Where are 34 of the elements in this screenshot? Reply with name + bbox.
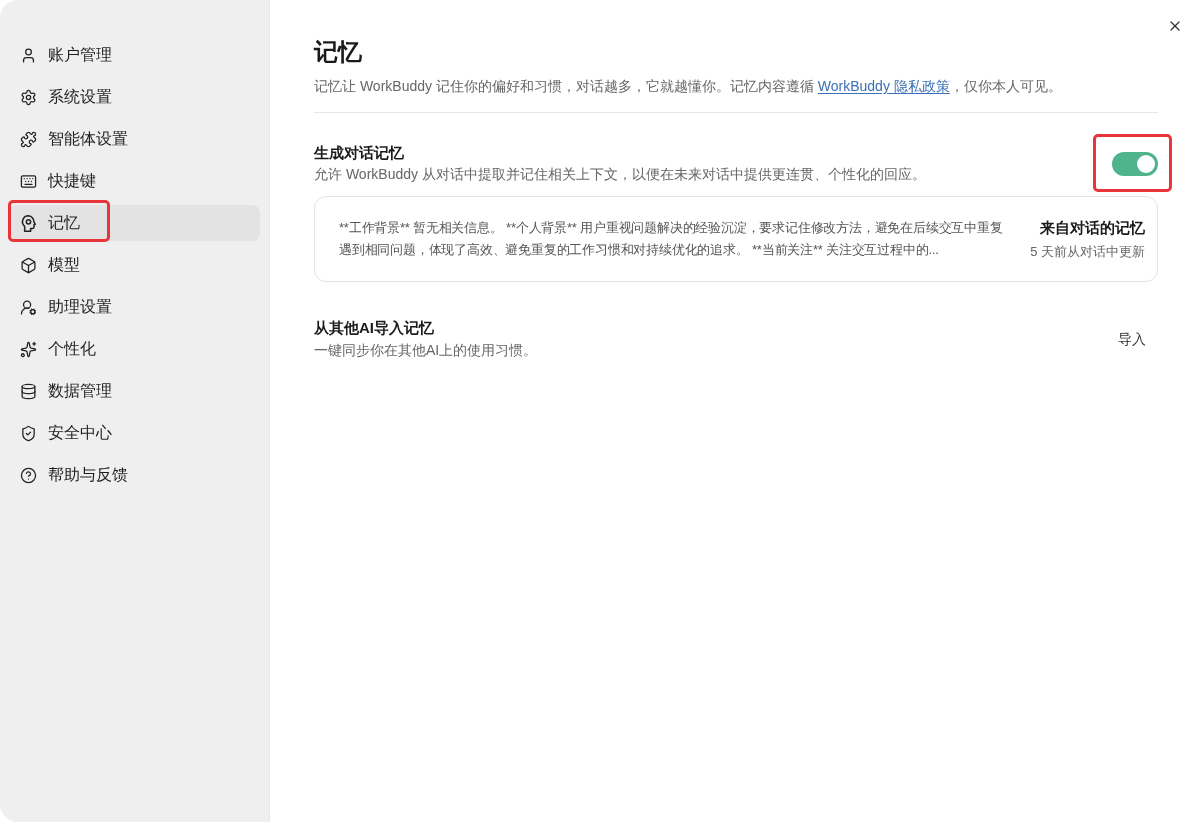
sidebar-item[interactable]: 智能体设置 — [9, 121, 260, 157]
keyboard-icon — [20, 172, 37, 190]
setting-title: 从其他AI导入记忆 — [314, 318, 435, 338]
sidebar-item[interactable]: 帮助与反馈 — [9, 457, 260, 493]
setting-title: 生成对话记忆 — [314, 143, 405, 163]
page-description: 记忆让 WorkBuddy 记住你的偏好和习惯，对话越多，它就越懂你。记忆内容遵循 WorkBuddy 隐私政策，仅你本人可见。 — [314, 77, 1063, 96]
sidebar-item[interactable]: 安全中心 — [9, 415, 260, 451]
import-button[interactable]: 导入 — [1106, 323, 1158, 355]
cube-icon — [20, 256, 37, 274]
database-icon — [20, 382, 37, 400]
memory-card-title: 来自对话的记忆 — [1040, 217, 1145, 238]
page-title: 记忆 — [314, 37, 363, 67]
sidebar-item[interactable]: 账户管理 — [9, 37, 260, 73]
head-icon — [20, 214, 37, 232]
sidebar-item[interactable]: 个性化 — [9, 331, 260, 367]
sparkles-icon — [20, 340, 37, 358]
settings-icon — [20, 88, 37, 106]
toggle-switch[interactable] — [1112, 151, 1158, 176]
setting-description: 一键同步你在其他AI上的使用习惯。 — [314, 341, 538, 360]
toggle-knob — [1137, 154, 1155, 173]
sidebar-item[interactable]: 系统设置 — [9, 79, 260, 115]
memory-summary: **工作背景** 暂无相关信息。 **个人背景** 用户重视问题解决的经验沉淀，要求记住修改方法，避免在后续交互中重复遇到相同问题，体现了高效、避免重复的工作习惯和对持续优化的追求。 **当前关注** 关注交互过程中的... — [339, 219, 1004, 259]
user-gear-icon — [20, 298, 37, 316]
privacy-policy-link[interactable]: WorkBuddy 隐私政策 — [817, 78, 950, 94]
sidebar-item[interactable]: 模型 — [9, 247, 260, 283]
user-icon — [20, 46, 37, 64]
sidebar-item[interactable]: 助理设置 — [9, 289, 260, 325]
puzzle-icon — [20, 130, 37, 148]
memory-updated-time: 5 天前从对话中更新 — [1030, 242, 1145, 261]
sidebar-item[interactable]: 数据管理 — [9, 373, 260, 409]
setting-description: 允许 WorkBuddy 从对话中提取并记住相关上下文，以便在未来对话中提供更连贯、个性化的回应。 — [314, 165, 926, 184]
sidebar-item[interactable]: 快捷键 — [9, 163, 260, 199]
shield-check-icon — [20, 424, 37, 442]
help-icon — [20, 466, 37, 484]
